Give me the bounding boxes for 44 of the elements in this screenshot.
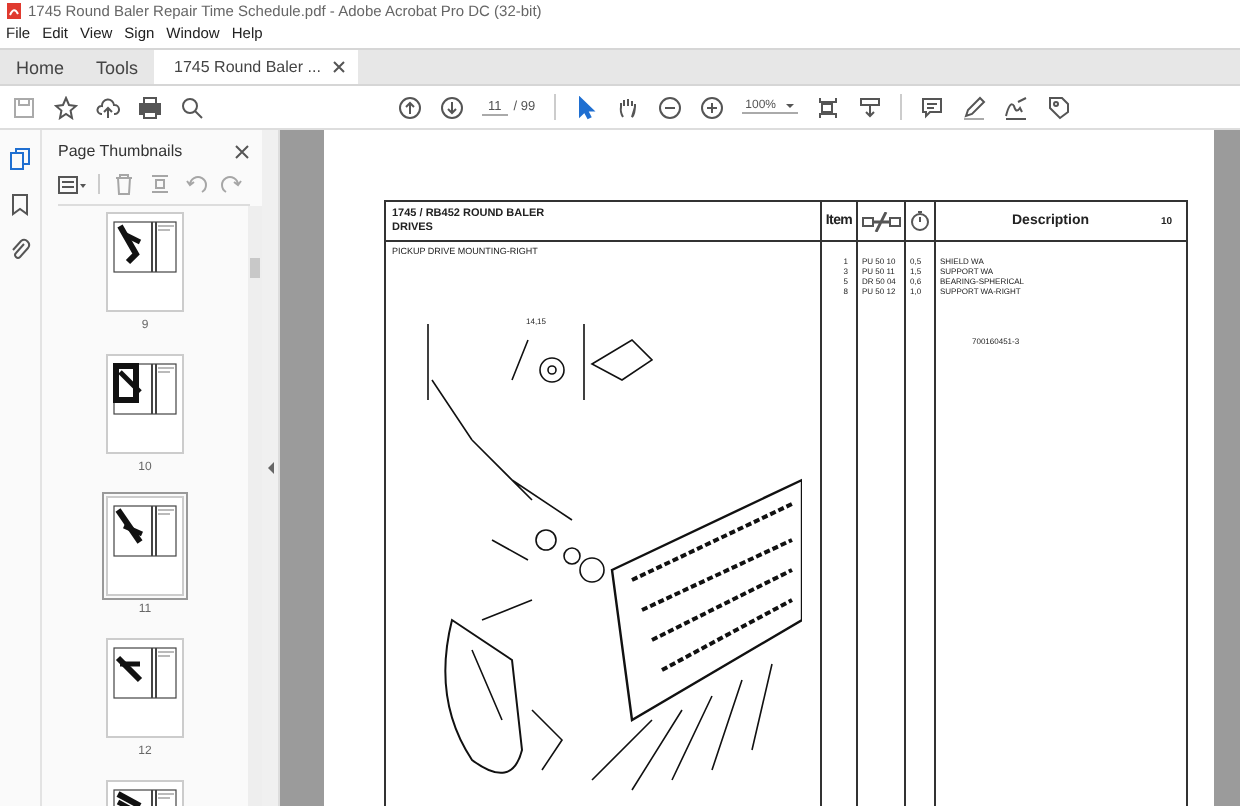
search-icon[interactable] <box>180 95 204 119</box>
bookmark-icon[interactable] <box>8 192 32 216</box>
fit-page-icon[interactable] <box>816 95 840 119</box>
scroll-mode-icon[interactable] <box>858 95 882 119</box>
zoom-out-icon[interactable] <box>657 95 682 119</box>
arrow-up-circle-icon[interactable] <box>398 95 423 119</box>
page-thumbnail[interactable] <box>102 634 188 742</box>
page-thumbnail[interactable] <box>102 350 188 458</box>
undo-icon <box>184 172 208 196</box>
cloud-upload-icon[interactable] <box>96 95 120 119</box>
scrollbar[interactable] <box>248 206 262 806</box>
page-thumbnail[interactable] <box>102 208 188 316</box>
redo-icon <box>220 172 244 196</box>
collapse-handle[interactable] <box>262 130 278 806</box>
options-icon[interactable] <box>58 173 86 195</box>
pdf-icon <box>6 2 22 20</box>
print-icon[interactable] <box>138 95 162 119</box>
caret-icon <box>786 104 794 108</box>
thumbnail-image <box>108 214 182 310</box>
trash-icon <box>112 172 136 196</box>
signature-icon[interactable] <box>1004 95 1028 119</box>
thumbnail-image <box>108 640 182 736</box>
arrow-down-circle-icon[interactable] <box>440 95 465 119</box>
page-thumbnail[interactable] <box>102 492 188 600</box>
pages-icon[interactable] <box>8 146 32 172</box>
comment-icon[interactable] <box>920 95 944 119</box>
pen-icon[interactable] <box>962 95 986 119</box>
star-icon[interactable] <box>54 95 78 119</box>
insert-page-icon <box>148 172 172 196</box>
stopwatch-icon <box>910 210 930 232</box>
hand-icon[interactable] <box>615 95 640 119</box>
tab[interactable]: Tools <box>80 50 155 84</box>
panel-title: Page Thumbnails <box>58 142 183 160</box>
zoom-in-icon[interactable] <box>699 95 724 119</box>
close-icon[interactable] <box>332 60 347 74</box>
thumbnail-image <box>108 356 182 452</box>
tag-icon[interactable] <box>1046 95 1070 119</box>
close-icon[interactable] <box>234 143 250 159</box>
pointer-icon[interactable] <box>573 95 598 119</box>
tab[interactable]: Home <box>0 50 81 84</box>
paperclip-icon[interactable] <box>8 236 32 260</box>
thumbnail-image <box>108 498 182 594</box>
collapse-arrow-icon <box>267 462 273 474</box>
tab[interactable]: 1745 Round Baler ... <box>154 50 359 84</box>
